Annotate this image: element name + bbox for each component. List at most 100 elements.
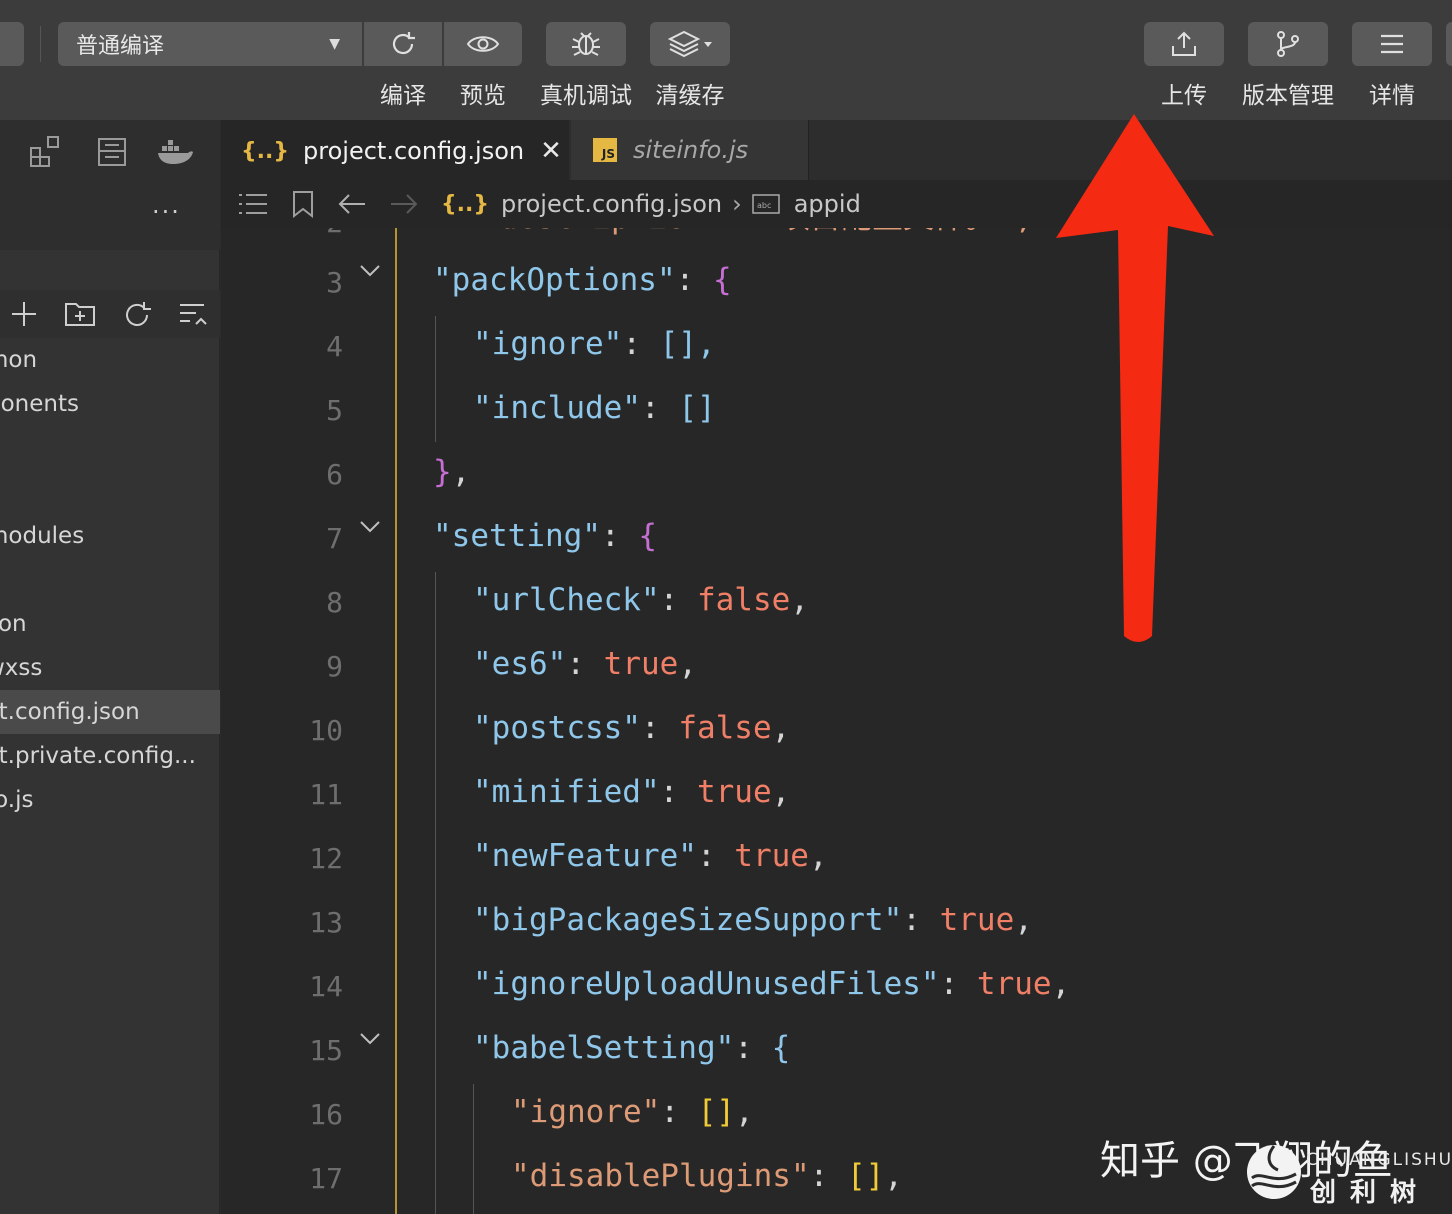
add-folder-icon[interactable] [64, 300, 96, 328]
indent-guide [435, 572, 436, 1214]
json-colon: : [809, 1158, 847, 1194]
line-number: 15 [309, 1034, 343, 1067]
json-comma: , [1051, 966, 1071, 1002]
preview-button[interactable] [444, 22, 522, 66]
line-number: 5 [326, 394, 343, 427]
code-line-7: "setting": { [433, 518, 657, 554]
breadcrumb-key[interactable]: appid [794, 190, 861, 218]
string-symbol-icon: abc [751, 193, 780, 215]
json-comma: , [771, 710, 791, 746]
json-key: "setting" [433, 518, 601, 554]
json-colon: : [659, 774, 697, 810]
json-colon: : [939, 966, 977, 1002]
file-label: fo.js [0, 787, 34, 813]
layers-icon [668, 30, 712, 58]
refresh-icon [392, 32, 415, 55]
json-boolean: true [976, 966, 1052, 1002]
details-button[interactable] [1352, 22, 1432, 66]
bookmark-icon[interactable] [291, 190, 315, 218]
compile-mode-value: 普通编译 [76, 34, 165, 59]
line-number: 11 [309, 778, 343, 811]
toolbar-right-button[interactable] [1446, 22, 1452, 66]
json-comma: , [678, 646, 697, 682]
file-item[interactable]: mon [0, 338, 220, 382]
line-number: 6 [326, 458, 343, 491]
collapse-all-icon[interactable] [178, 300, 208, 330]
forward-arrow-icon[interactable] [389, 192, 419, 216]
eye-icon [466, 36, 500, 52]
git-branch-icon [1277, 31, 1299, 57]
compile-mode-select[interactable]: 普通编译 ▼ [58, 22, 362, 66]
remote-debug-button[interactable] [546, 22, 626, 66]
file-item[interactable]: s [0, 426, 220, 470]
file-item[interactable]: ct.private.config... [0, 734, 220, 778]
json-array: [] [846, 1158, 885, 1194]
json-brace: { [712, 262, 732, 298]
json-boolean: false [678, 710, 772, 746]
code-line-5: "include": [] [473, 390, 716, 426]
file-explorer-sidebar: ··· mon ponents s s modules s son wxss c… [0, 120, 220, 1214]
line-number: 7 [326, 522, 343, 555]
file-label: ponents [0, 391, 79, 417]
indent-guide [473, 1084, 474, 1214]
json-file-icon: {..} [241, 138, 290, 164]
json-key: "include" [473, 390, 641, 426]
components-icon[interactable] [28, 134, 64, 168]
upload-icon [1172, 31, 1196, 56]
breadcrumb-file[interactable]: project.config.json [501, 190, 722, 218]
file-label: son [0, 611, 27, 637]
refresh-icon[interactable] [122, 300, 152, 330]
file-item-selected[interactable]: ct.config.json [0, 690, 220, 734]
version-control-button[interactable] [1248, 22, 1328, 66]
fold-chevron-icon[interactable] [359, 520, 381, 534]
file-item[interactable]: ponents [0, 382, 220, 426]
bug-icon [572, 32, 600, 56]
add-file-icon[interactable] [10, 300, 38, 328]
docker-icon[interactable] [156, 136, 194, 166]
code-line-9: "es6": true, [473, 646, 697, 682]
fold-chevron-icon[interactable] [359, 1032, 381, 1046]
json-colon: : [640, 390, 679, 426]
indent-guide [435, 316, 436, 442]
line-number: 16 [309, 1098, 343, 1131]
line-number: 2 [221, 228, 343, 239]
file-item[interactable]: s [0, 558, 220, 602]
toolbar-left-button[interactable] [0, 22, 24, 66]
json-key: "newFeature" [473, 838, 697, 874]
compile-button[interactable] [364, 22, 442, 66]
storage-icon[interactable] [96, 136, 128, 168]
json-key: "ignore" [473, 326, 623, 362]
fold-chevron-icon[interactable] [359, 264, 381, 278]
code-editor[interactable]: 2 3 4 5 6 7 8 9 10 11 12 13 14 15 16 17 … [221, 228, 1452, 1214]
code-line-11: "minified": true, [473, 774, 790, 810]
toolbar-divider [40, 26, 41, 62]
line-number: 4 [326, 330, 343, 363]
red-arrow-annotation [1056, 114, 1214, 642]
tab-project-config[interactable]: {..} project.config.json ✕ [221, 120, 569, 180]
breadcrumb: {..} project.config.json › abc appid [221, 180, 1452, 228]
json-comma: , [808, 838, 828, 874]
line-number: 17 [309, 1162, 343, 1195]
file-item[interactable]: s [0, 470, 220, 514]
code-line-2: "description": "项目配置文件。", [443, 228, 1033, 237]
menu-icon [1381, 34, 1403, 54]
clear-cache-button[interactable] [650, 22, 730, 66]
line-number: 12 [309, 842, 343, 875]
file-item[interactable]: fo.js [0, 778, 220, 822]
file-item[interactable]: son [0, 602, 220, 646]
json-array: [] [678, 390, 716, 426]
json-colon: : [622, 326, 660, 362]
close-icon[interactable]: ✕ [540, 136, 562, 166]
file-item[interactable]: wxss [0, 646, 220, 690]
json-boolean: true [603, 646, 679, 682]
file-label: mon [0, 347, 38, 373]
outline-list-icon[interactable] [237, 192, 269, 216]
json-array: [], [659, 326, 716, 362]
sidebar-more-button[interactable]: ··· [152, 198, 181, 226]
file-item[interactable]: modules [0, 514, 220, 558]
upload-label: 上传 [1161, 83, 1207, 109]
upload-button[interactable] [1144, 22, 1224, 66]
back-arrow-icon[interactable] [337, 192, 367, 216]
tab-siteinfo[interactable]: JS siteinfo.js [571, 120, 809, 180]
json-key: "postcss" [473, 710, 641, 746]
